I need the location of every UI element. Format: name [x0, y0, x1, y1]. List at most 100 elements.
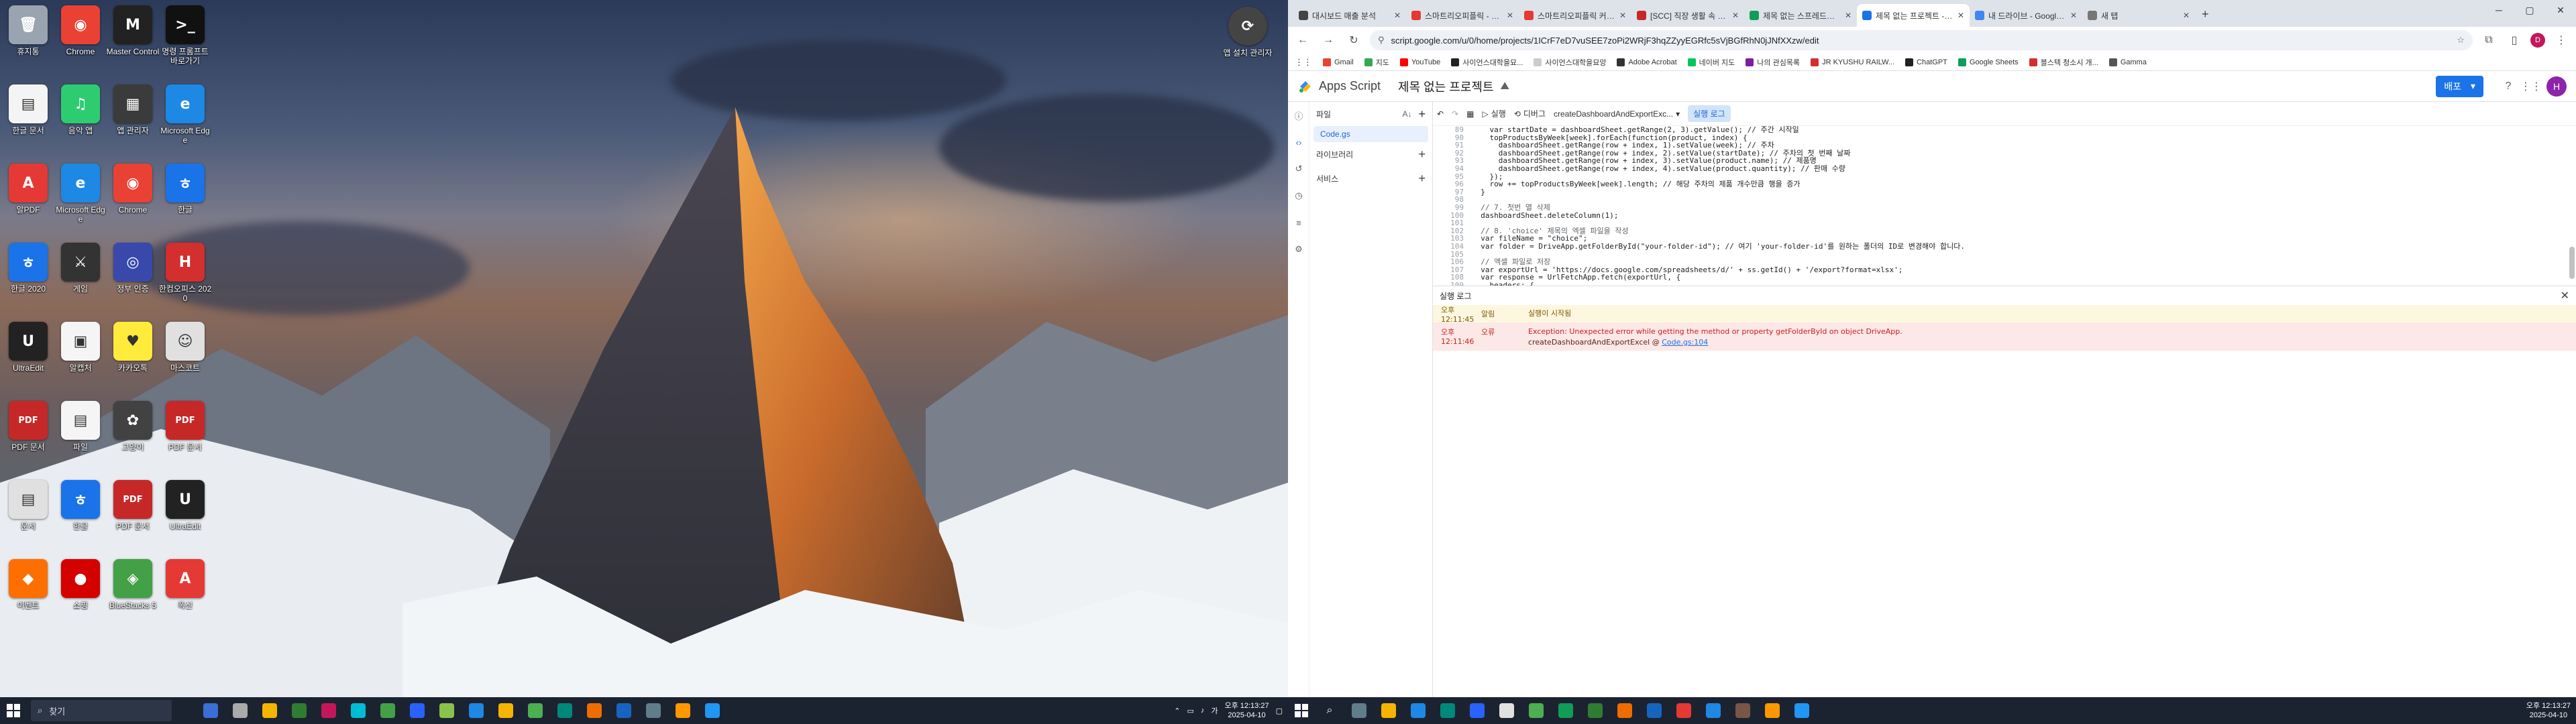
- desktop-icon[interactable]: ㅎ 한글: [158, 164, 212, 231]
- desktop-icon[interactable]: ◉ Chrome: [106, 164, 160, 231]
- desktop-icon-app-installer[interactable]: ⟳ 앱 설치 관리자: [1221, 7, 1275, 74]
- desktop-icon[interactable]: ⚔ 게임: [54, 243, 107, 310]
- app-name[interactable]: Apps Script: [1319, 79, 1381, 93]
- taskbar-app-button[interactable]: [1640, 697, 1669, 724]
- bookmark-item[interactable]: 블스텍 청소시 개...: [2029, 57, 2098, 68]
- taskbar-app-button[interactable]: [1374, 697, 1403, 724]
- taskbar-app-button[interactable]: [1403, 697, 1433, 724]
- taskbar-app-button[interactable]: [1344, 697, 1374, 724]
- desktop-icon[interactable]: ✿ 고양이: [106, 401, 160, 468]
- taskbar-app-button[interactable]: [343, 697, 373, 724]
- taskbar-app-button[interactable]: [225, 697, 255, 724]
- chevron-up-icon[interactable]: ⌃: [1174, 707, 1180, 715]
- desktop-icon[interactable]: ◎ 정부 인증: [106, 243, 160, 310]
- start-button[interactable]: [0, 697, 27, 724]
- desktop-icon[interactable]: ◈ BlueStacks 5: [106, 559, 160, 626]
- trigger-clock-icon[interactable]: ◷: [1288, 182, 1309, 209]
- taskbar-app-button[interactable]: [1787, 697, 1817, 724]
- desktop-icon[interactable]: ♫ 음악 앱: [54, 84, 107, 152]
- close-icon[interactable]: ✕: [2561, 289, 2569, 302]
- notification-icon[interactable]: ▢: [1276, 707, 1283, 715]
- taskbar-app-button[interactable]: [1610, 697, 1640, 724]
- extensions-icon[interactable]: ⧉: [2479, 31, 2498, 50]
- taskbar-app-button[interactable]: [1758, 697, 1787, 724]
- taskbar-app-button[interactable]: [373, 697, 402, 724]
- close-icon[interactable]: ✕: [1732, 11, 1739, 20]
- bookmark-item[interactable]: YouTube: [1399, 58, 1440, 66]
- taskbar-app-button[interactable]: [1551, 697, 1580, 724]
- browser-tab[interactable]: 새 탭 ✕: [2082, 4, 2195, 27]
- taskbar-app-button[interactable]: [1699, 697, 1728, 724]
- minimize-button[interactable]: ─: [2483, 0, 2514, 20]
- bookmark-item[interactable]: JR KYUSHU RAILW...: [1811, 58, 1894, 66]
- profile-icon[interactable]: D: [2530, 33, 2545, 48]
- new-tab-button[interactable]: +: [2202, 7, 2209, 21]
- code-location-link[interactable]: Code.gs:104: [1662, 338, 1708, 347]
- bookmark-item[interactable]: 네이버 지도: [1687, 57, 1735, 68]
- desktop-icon[interactable]: ▣ 알캡처: [54, 322, 107, 389]
- desktop-icon[interactable]: ◉ Chrome: [54, 5, 107, 72]
- taskbar-app-button[interactable]: [402, 697, 432, 724]
- bookmark-item[interactable]: Gmail: [1323, 58, 1354, 66]
- search-icon[interactable]: ⌕: [1315, 697, 1344, 724]
- code-icon[interactable]: ‹›: [1288, 129, 1309, 156]
- desktop-icon[interactable]: ♥ 카카오톡: [106, 322, 160, 389]
- taskbar-app-button[interactable]: [255, 697, 284, 724]
- format-icon[interactable]: ▦: [1466, 109, 1474, 119]
- undo-icon[interactable]: ↶: [1437, 109, 1444, 119]
- browser-tab[interactable]: 대시보드 매출 분석 ✕: [1293, 4, 1406, 27]
- bookmark-star-icon[interactable]: ☆: [2457, 35, 2465, 46]
- close-icon[interactable]: ✕: [2070, 11, 2077, 20]
- close-icon[interactable]: ✕: [1394, 11, 1401, 20]
- bookmark-item[interactable]: Adobe Acrobat: [1617, 58, 1677, 66]
- browser-tab[interactable]: 내 드라이브 - Google Drive ✕: [1970, 4, 2082, 27]
- side-panel-icon[interactable]: ▯: [2505, 31, 2524, 50]
- desktop-icon[interactable]: ▤ 한글 문서: [1, 84, 55, 152]
- sort-icon[interactable]: A↓: [1402, 109, 1411, 119]
- redo-icon[interactable]: ↷: [1452, 109, 1458, 119]
- taskbar-app-button[interactable]: [284, 697, 314, 724]
- execution-log-button[interactable]: 실행 로그: [1688, 105, 1731, 122]
- taskbar-app-button[interactable]: [609, 697, 639, 724]
- desktop-icon[interactable]: ▤ 문서: [1, 480, 55, 547]
- desktop-icon[interactable]: ▦ 앱 관리자: [106, 84, 160, 152]
- add-service-button[interactable]: +: [1418, 172, 1426, 186]
- back-button[interactable]: ←: [1293, 31, 1312, 50]
- browser-tab[interactable]: 스마트리오피플릭 - 코드 ✕: [1406, 4, 1519, 27]
- function-select[interactable]: createDashboardAndExportExc... ▾: [1554, 109, 1680, 119]
- taskbar-app-button[interactable]: [491, 697, 521, 724]
- desktop-icon[interactable]: H 한컴오피스 2020: [158, 243, 212, 310]
- close-window-button[interactable]: ✕: [2545, 0, 2576, 20]
- taskbar-app-button[interactable]: [1462, 697, 1492, 724]
- settings-gear-icon[interactable]: ⚙: [1288, 236, 1309, 263]
- run-button[interactable]: ▷ 실행: [1482, 108, 1505, 119]
- close-icon[interactable]: ✕: [1845, 11, 1851, 20]
- file-code-gs[interactable]: Code.gs: [1313, 126, 1428, 142]
- desktop-icon[interactable]: 🗑 휴지통: [1, 5, 55, 72]
- history-icon[interactable]: ↺: [1288, 156, 1309, 182]
- close-icon[interactable]: ✕: [1957, 11, 1964, 20]
- taskbar-search[interactable]: ⌕ 찾기: [31, 700, 172, 721]
- taskbar-clock[interactable]: 오후 12:13:27 2025-04-10: [1224, 701, 1269, 720]
- taskbar-app-button[interactable]: [1580, 697, 1610, 724]
- desktop-icon[interactable]: PDF PDF 문서: [158, 401, 212, 468]
- taskbar-app-button[interactable]: [668, 697, 698, 724]
- desktop-icon[interactable]: ◆ 이벤트: [1, 559, 55, 626]
- site-info-icon[interactable]: ⚲: [1378, 35, 1385, 46]
- desktop-icon[interactable]: ☺ 마스코트: [158, 322, 212, 389]
- debug-button[interactable]: ⟲ 디버그: [1514, 108, 1546, 119]
- editor-scrollbar[interactable]: [2569, 247, 2575, 279]
- taskbar-app-button[interactable]: [580, 697, 609, 724]
- executions-icon[interactable]: ≡: [1288, 209, 1309, 236]
- browser-tab[interactable]: 제목 없는 스프레드시트 ✕: [1744, 4, 1857, 27]
- avatar[interactable]: H: [2546, 76, 2567, 97]
- desktop-icon[interactable]: e Microsoft Edge: [54, 164, 107, 231]
- forward-button[interactable]: →: [1319, 31, 1338, 50]
- close-icon[interactable]: ✕: [2183, 11, 2190, 20]
- taskbar-app-button[interactable]: [1521, 697, 1551, 724]
- add-file-button[interactable]: +: [1418, 107, 1426, 121]
- bookmark-item[interactable]: Google Sheets: [1957, 58, 2019, 66]
- browser-tab[interactable]: 제목 없는 프로젝트 - 프로젝트 ✕: [1857, 4, 1970, 27]
- close-icon[interactable]: ✕: [1507, 11, 1513, 20]
- help-icon[interactable]: ?: [2497, 75, 2520, 98]
